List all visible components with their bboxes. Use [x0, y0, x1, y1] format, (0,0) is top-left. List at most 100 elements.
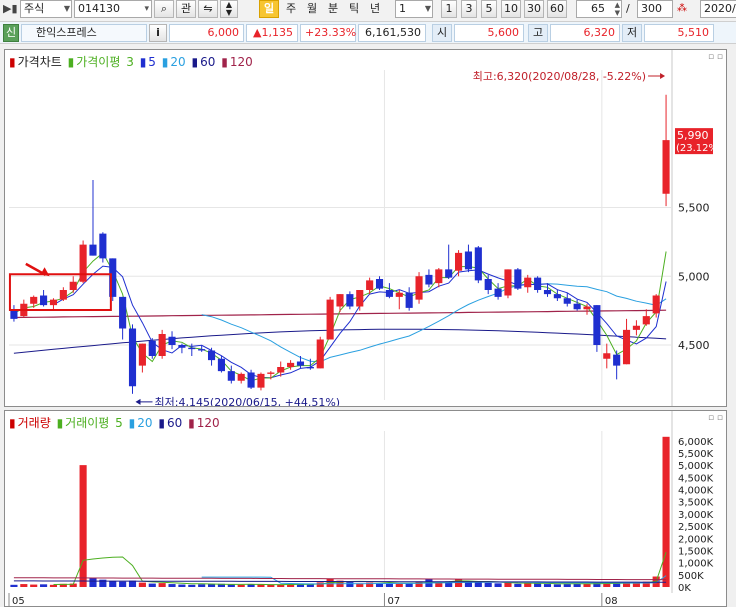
date-input[interactable]: 2020/ [700, 0, 736, 18]
interval-option-10[interactable]: 10 [501, 0, 521, 18]
candle-body [504, 269, 512, 296]
candle-body [69, 281, 77, 290]
low-price: 5,510 [644, 24, 714, 42]
volume-bar [40, 584, 48, 587]
volume-bar [49, 584, 58, 587]
interval-option-5[interactable]: 5 [481, 0, 497, 18]
watch-button[interactable]: 관 [176, 0, 196, 18]
volume-chart-svg: 6,000K5,500K5,000K4,500K 4,000K3,500K3,00… [10, 411, 714, 593]
link-button[interactable]: ⇋ [198, 0, 218, 18]
interval-option-1[interactable]: 1 [441, 0, 457, 18]
volume-bar [632, 583, 640, 587]
candle-body [603, 353, 611, 359]
volume-bar [662, 436, 670, 587]
settings-icon[interactable]: ⁂ [677, 0, 697, 18]
y-tick-label: 5,000K [678, 461, 714, 472]
stock-info-button[interactable]: i [149, 24, 167, 42]
candle-body [415, 276, 423, 300]
candle-body [119, 296, 127, 329]
volume-bar [30, 584, 38, 587]
interval-select[interactable]: 1 ▼ [395, 0, 433, 18]
period-year-button[interactable]: 년 [367, 0, 383, 18]
spinner-button[interactable]: ▲ ▼ [220, 0, 238, 18]
volume-bar [534, 583, 542, 587]
candle-body [277, 367, 285, 373]
candle-body [79, 244, 87, 282]
y-tick-label: 4,500 [678, 339, 710, 352]
volume-bar [484, 582, 492, 587]
candle-body [385, 290, 393, 297]
volume-bar [119, 581, 127, 587]
volume-bar [524, 583, 532, 587]
period-week-button[interactable]: 주 [283, 0, 299, 18]
x-tick-label: 08 [605, 596, 618, 607]
candle-body [534, 277, 542, 290]
quote-bar: 신 한익스프레스 i 6,000 ▲1,135 +23.33% 6,161,53… [0, 22, 736, 44]
volume-bar [109, 580, 117, 587]
high-price: 6,320 [550, 24, 620, 42]
link-icon: ⇋ [203, 2, 213, 15]
volume-bar [10, 584, 18, 587]
total-count-value: 300 [641, 2, 662, 15]
candle-body [59, 290, 67, 300]
price-change-rate: +23.33% [300, 24, 356, 42]
candle-body [346, 294, 354, 307]
candle-body [474, 247, 482, 281]
high-annotation: 최고:6,320(2020/08/28, -5.22%) [473, 70, 646, 83]
candle-body [296, 361, 305, 366]
candle-body [613, 354, 621, 366]
candle-body [128, 328, 137, 387]
candle-body [425, 274, 433, 285]
last-change-label: (23.12%) [676, 143, 722, 154]
period-tick-button[interactable]: 틱 [346, 0, 362, 18]
candle-body [455, 252, 463, 271]
candle-body [405, 292, 413, 308]
volume-bar [138, 582, 146, 587]
candle-body [267, 372, 275, 374]
chevron-down-icon: ▼ [63, 4, 70, 13]
candle-body [543, 290, 552, 295]
candle-body [148, 340, 156, 356]
candle-body [168, 336, 176, 345]
interval-option-60[interactable]: 60 [547, 0, 567, 18]
spinner-icon: ▲ ▼ [614, 1, 620, 17]
view-count-input[interactable]: 65 ▲ ▼ [576, 0, 622, 18]
candle-body [158, 334, 166, 356]
y-tick-label: 0K [678, 583, 691, 593]
volume-bar [474, 582, 482, 587]
volume-bar [79, 465, 87, 587]
candle-body [306, 367, 314, 369]
candle-body [30, 296, 38, 304]
volume-bar [227, 584, 235, 587]
vma120-line [13, 577, 667, 581]
x-tick-label: 07 [387, 596, 400, 607]
volume-bar [563, 584, 571, 587]
period-day-button[interactable]: 일 [259, 0, 279, 18]
search-button[interactable]: ⌕ [154, 0, 174, 18]
toolbar-play-icon[interactable]: ▶▮ [3, 0, 18, 18]
volume-bar [158, 583, 166, 587]
interval-option-30[interactable]: 30 [524, 0, 544, 18]
period-month-button[interactable]: 월 [304, 0, 320, 18]
candle-body [662, 140, 670, 194]
candle-body [563, 298, 571, 304]
chevron-down-icon: ▾ [144, 4, 149, 14]
trade-volume: 6,161,530 [358, 24, 426, 42]
interval-option-3[interactable]: 3 [461, 0, 477, 18]
volume-bar [148, 583, 156, 587]
candle-body [573, 303, 581, 310]
open-price: 5,600 [454, 24, 524, 42]
x-tick-label: 05 [12, 596, 25, 607]
candle-body [326, 299, 334, 340]
candle-body [494, 288, 502, 297]
period-minute-button[interactable]: 분 [325, 0, 341, 18]
stock-name: 한익스프레스 [36, 26, 97, 39]
price-chart-svg: 5,500 5,000 4,500 최고:6,320(2020/08/28, -5.2… [8, 50, 722, 406]
candle-body [484, 279, 492, 290]
volume-bar [168, 584, 176, 587]
candle-body [514, 269, 522, 289]
stock-code-input[interactable]: 014130 ▾ [74, 0, 152, 18]
total-count-input[interactable]: 300 [637, 0, 673, 18]
market-type-select[interactable]: 주식 ▼ [20, 0, 72, 18]
arrow-left-icon [135, 398, 141, 405]
